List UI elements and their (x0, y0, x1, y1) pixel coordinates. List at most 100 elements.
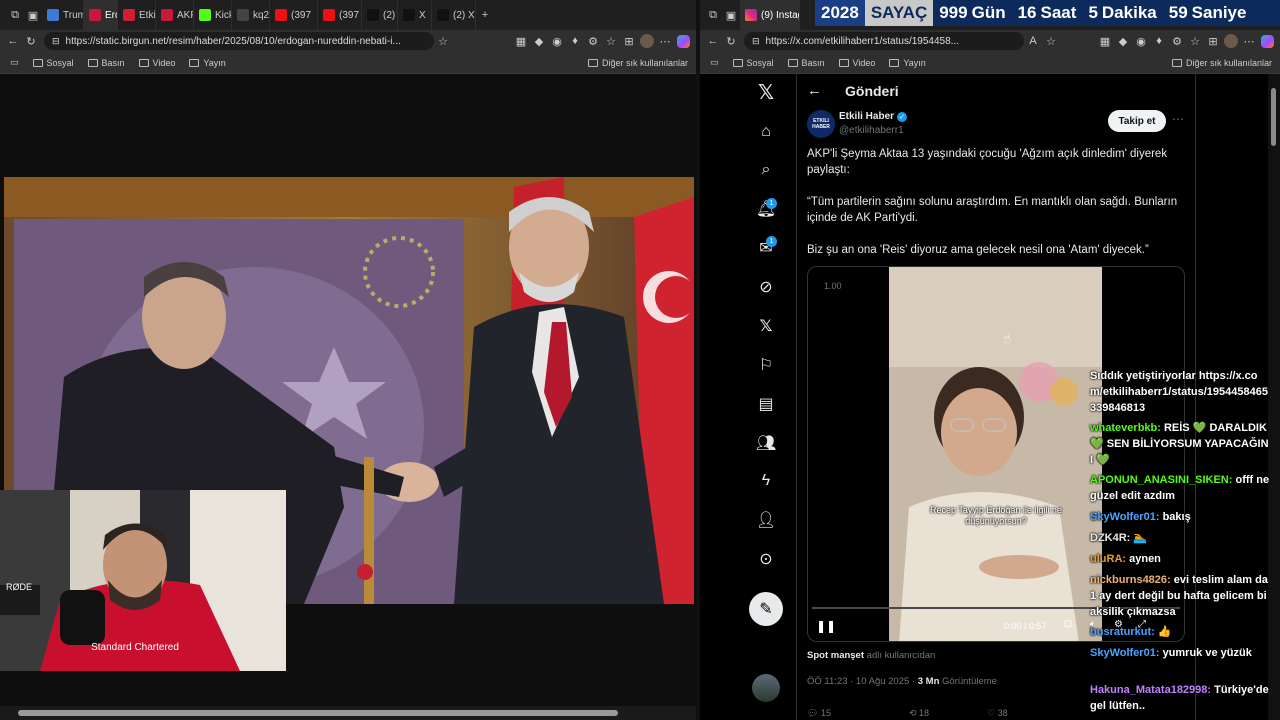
left-tab-8[interactable]: (2) X (362, 0, 398, 30)
left-tab-5[interactable]: kq2 (232, 0, 270, 30)
chat-text: Sıddık yetiştiriyorlar https://x.com/etk… (1090, 370, 1268, 414)
refresh-icon[interactable]: ↻ (722, 32, 740, 50)
grok-icon[interactable]: ⊘ (756, 277, 776, 297)
jobs-icon[interactable]: ▤ (756, 394, 776, 414)
scrollbar-thumb[interactable] (18, 710, 618, 716)
left-horizontal-scrollbar[interactable] (0, 706, 696, 720)
workspaces-icon[interactable]: ⧉ (704, 6, 722, 24)
bookmarks-icon[interactable]: ⚐ (756, 355, 776, 375)
video-speed-label: 1.00 (824, 281, 842, 291)
site-info-icon[interactable]: ⊟ (752, 36, 760, 47)
more-options-icon[interactable]: ⊙ (756, 549, 776, 569)
bookmark-folder-sosyal[interactable]: Sosyal (32, 58, 74, 68)
copilot-icon[interactable] (674, 32, 692, 50)
like-button[interactable]: ♡ 38 (987, 708, 1008, 719)
profile-avatar-icon[interactable] (638, 32, 656, 50)
back-icon[interactable]: ← (4, 32, 22, 50)
back-arrow-icon[interactable]: ← (807, 82, 822, 99)
scrollbar-thumb[interactable] (1271, 88, 1276, 146)
x-logo-icon[interactable]: 𝕏 (756, 82, 776, 104)
extensions-puzzle-icon[interactable]: ⚙ (1168, 32, 1186, 50)
tab-instagram[interactable]: (9) Instagram (740, 0, 800, 30)
chat-text: yumruk ve yüzük (1162, 647, 1252, 659)
author-handle[interactable]: @etkilihaberr1 (839, 125, 904, 136)
repost-icon: ⟲ (908, 708, 917, 718)
left-tab-3[interactable]: AKP (156, 0, 194, 30)
counter-label: SAYAÇ (864, 0, 934, 26)
left-tab-10[interactable]: (2) X (432, 0, 476, 30)
left-tab-9[interactable]: X (398, 0, 432, 30)
workspaces-icon[interactable]: ⧉ (6, 6, 24, 24)
reading-list-icon[interactable]: ▭ (710, 57, 719, 68)
profile-avatar-icon[interactable] (1222, 32, 1240, 50)
chat-message: whateverbkb: REİS 💚 DARALDIK 💚 SEN BİLİY… (1090, 420, 1270, 468)
extension-icon-2[interactable]: ◆ (530, 32, 548, 50)
author-name[interactable]: Etkili Haber ✓ (839, 111, 908, 122)
tab-actions-icon[interactable]: ▣ (722, 6, 740, 24)
profile-icon[interactable]: 👤︎ (756, 510, 776, 530)
extension-icon-3[interactable]: ◉ (548, 32, 566, 50)
new-tab-plus-icon[interactable]: + (476, 6, 494, 24)
back-icon[interactable]: ← (704, 32, 722, 50)
left-tab-4[interactable]: Kick (194, 0, 232, 30)
more-menu-icon[interactable]: ⋯ (1240, 32, 1258, 50)
favorite-star-icon[interactable]: ☆ (434, 32, 452, 50)
bookmark-folder-other[interactable]: Diğer sık kullanılanlar (587, 58, 688, 68)
more-menu-icon[interactable]: ⋯ (656, 32, 674, 50)
repost-button[interactable]: ⟲ 18 (909, 708, 929, 719)
left-url-field[interactable]: ⊟ https://static.birgun.net/resim/haber/… (44, 32, 434, 50)
site-info-icon[interactable]: ⊟ (52, 36, 60, 47)
extensions-puzzle-icon[interactable]: ⚙ (584, 32, 602, 50)
extension-icon-1[interactable]: ▦ (512, 32, 530, 50)
extension-icon-3[interactable]: ◉ (1132, 32, 1150, 50)
bookmark-folder-video[interactable]: Video (838, 58, 875, 68)
bookmark-folder-basin[interactable]: Basın (787, 58, 825, 68)
bookmark-folder-other[interactable]: Diğer sık kullanılanlar (1171, 58, 1272, 68)
post-compose-button[interactable]: ✎ (749, 592, 783, 626)
collections-icon[interactable]: ⊞ (620, 32, 638, 50)
copilot-icon[interactable] (1258, 32, 1276, 50)
left-tab-2[interactable]: Etkil (118, 0, 156, 30)
communities-icon[interactable]: 👥︎ (756, 433, 776, 453)
bookmark-folder-video[interactable]: Video (138, 58, 175, 68)
reply-button[interactable]: 💬︎ 15 (807, 708, 831, 719)
left-tab-1[interactable]: Erdo (84, 0, 118, 30)
tab-title: (397 (291, 9, 312, 21)
explore-search-icon[interactable]: ⌕ (756, 160, 776, 180)
bookmark-folder-sosyal[interactable]: Sosyal (732, 58, 774, 68)
collections-icon[interactable]: ⊞ (1204, 32, 1222, 50)
verified-orgs-icon[interactable]: ϟ (756, 471, 776, 491)
read-aloud-icon[interactable]: A (1024, 32, 1042, 50)
left-tab-0[interactable]: Trum (42, 0, 84, 30)
bookmark-folder-basin[interactable]: Basın (87, 58, 125, 68)
bookmark-folder-yayin[interactable]: Yayın (889, 58, 926, 68)
chat-username: APONUN_ANASINI_SIKEN: (1090, 474, 1236, 486)
tab-favicon-icon (237, 9, 249, 21)
captions-icon[interactable]: ⊡ (1064, 619, 1072, 630)
reading-list-icon[interactable]: ▭ (10, 57, 19, 68)
favorites-icon[interactable]: ☆ (602, 32, 620, 50)
left-tab-7[interactable]: (397 (318, 0, 362, 30)
extension-icon-4[interactable]: ♦ (1150, 32, 1168, 50)
premium-x-icon[interactable]: 𝕏 (756, 316, 776, 336)
account-avatar[interactable] (752, 674, 780, 702)
refresh-icon[interactable]: ↻ (22, 32, 40, 50)
video-source-user[interactable]: Spot manşet (807, 650, 864, 661)
extension-icon-4[interactable]: ♦ (566, 32, 584, 50)
play-pause-icon[interactable]: ❚❚ (816, 619, 836, 633)
reply-icon: 💬︎ (807, 708, 819, 718)
bookmark-folder-yayin[interactable]: Yayın (189, 58, 226, 68)
favorites-icon[interactable]: ☆ (1186, 32, 1204, 50)
chat-username: SkyWolfer01: (1090, 511, 1163, 523)
right-url-field[interactable]: ⊟ https://x.com/etkilihaberr1/status/195… (744, 32, 1024, 50)
home-icon[interactable]: ⌂ (756, 122, 776, 142)
tab-actions-icon[interactable]: ▣ (24, 6, 42, 24)
post-more-icon[interactable]: ⋯ (1172, 112, 1184, 126)
author-avatar[interactable]: ETKILI HABER (807, 110, 835, 138)
verified-badge-icon: ✓ (897, 111, 908, 122)
extension-icon-2[interactable]: ◆ (1114, 32, 1132, 50)
follow-button[interactable]: Takip et (1108, 110, 1166, 132)
favorite-star-icon[interactable]: ☆ (1042, 32, 1060, 50)
left-tab-6[interactable]: (397 (270, 0, 318, 30)
extension-icon-1[interactable]: ▦ (1096, 32, 1114, 50)
